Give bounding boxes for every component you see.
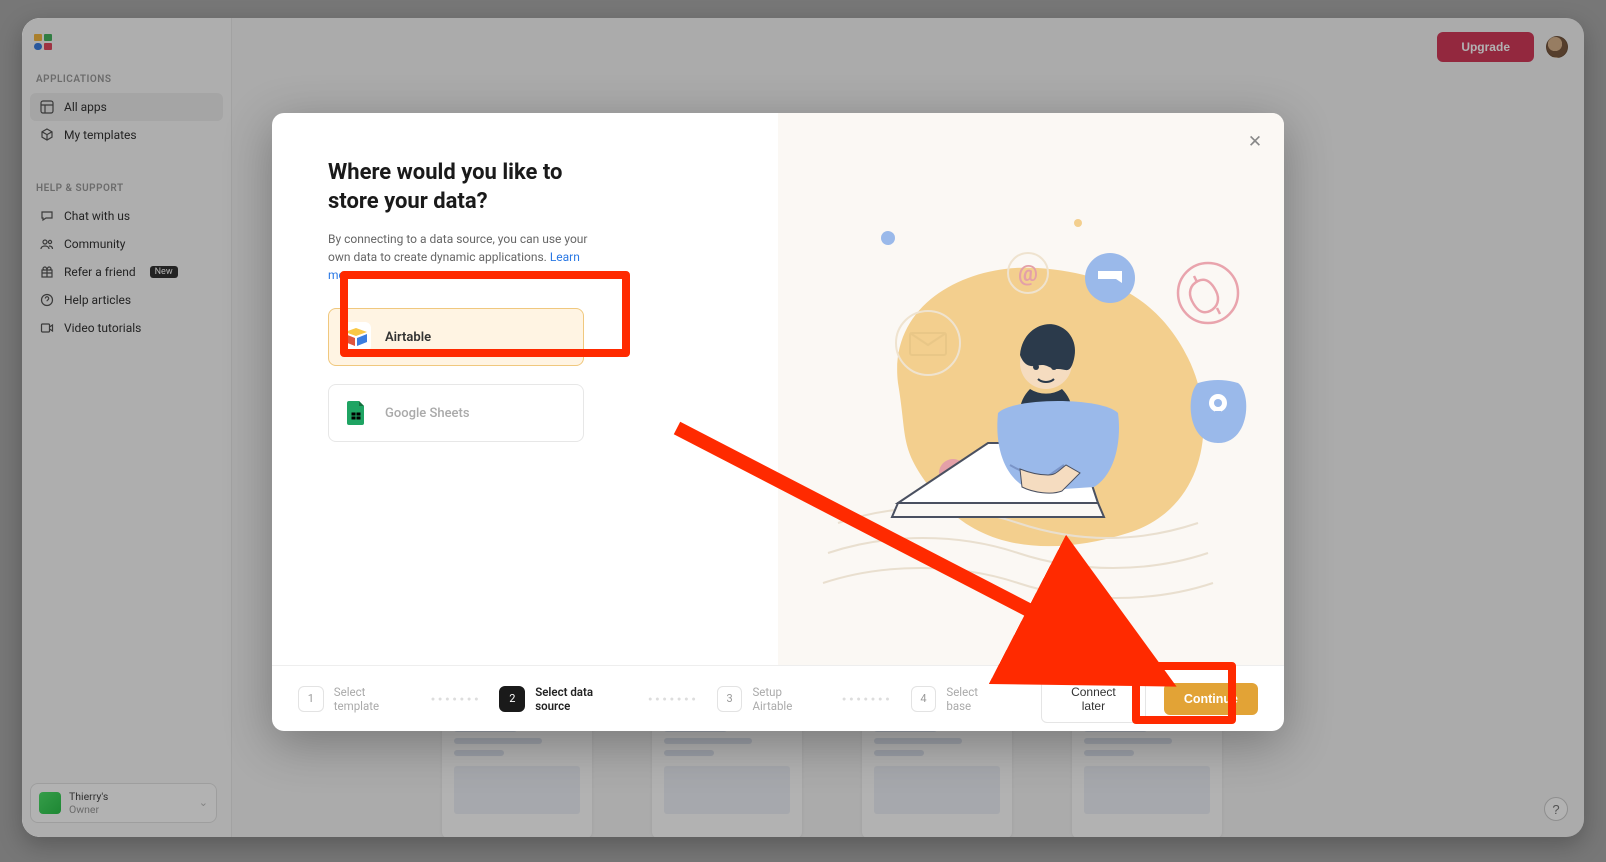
illustration: @ bbox=[778, 113, 1284, 665]
step-number: 4 bbox=[911, 686, 937, 712]
workspace-text: Thierry's Owner bbox=[69, 790, 108, 816]
step-1: 1 Select template bbox=[298, 685, 413, 713]
modal-footer: 1 Select template ●●●●●●● 2 Select data … bbox=[272, 665, 1284, 731]
sidebar-item-help-articles[interactable]: Help articles bbox=[30, 286, 223, 314]
step-4: 4 Select base bbox=[911, 685, 1005, 713]
svg-text:@: @ bbox=[1018, 262, 1038, 287]
avatar[interactable] bbox=[1546, 36, 1568, 58]
chevron-updown-icon: ⌄ bbox=[199, 796, 208, 809]
source-option-airtable[interactable]: Airtable bbox=[328, 308, 584, 366]
step-2: 2 Select data source bbox=[499, 685, 630, 713]
upgrade-button[interactable]: Upgrade bbox=[1437, 32, 1534, 62]
help-icon bbox=[40, 293, 54, 307]
modal-title: Where would you like to store your data? bbox=[328, 159, 608, 216]
source-label: Airtable bbox=[385, 330, 431, 345]
sidebar: APPLICATIONS All apps My templates HELP … bbox=[22, 18, 232, 837]
sidebar-label: My templates bbox=[64, 128, 137, 142]
help-fab[interactable]: ? bbox=[1544, 797, 1568, 821]
sidebar-item-all-apps[interactable]: All apps bbox=[30, 93, 223, 121]
source-option-google-sheets[interactable]: Google Sheets bbox=[328, 384, 584, 442]
connect-later-button[interactable]: Connect later bbox=[1041, 675, 1146, 723]
step-label: Select data source bbox=[535, 685, 630, 713]
new-badge: New bbox=[150, 266, 178, 278]
gift-icon bbox=[40, 265, 54, 279]
step-label: Setup Airtable bbox=[752, 685, 824, 713]
sidebar-label: Video tutorials bbox=[64, 321, 141, 335]
workspace-switcher[interactable]: Thierry's Owner ⌄ bbox=[30, 783, 217, 823]
workspace-color-icon bbox=[39, 792, 61, 814]
step-number: 1 bbox=[298, 686, 324, 712]
cube-icon bbox=[40, 128, 54, 142]
continue-button[interactable]: Continue bbox=[1164, 683, 1258, 715]
sidebar-label: Help articles bbox=[64, 293, 131, 307]
sidebar-item-video-tutorials[interactable]: Video tutorials bbox=[30, 314, 223, 342]
sidebar-label: Community bbox=[64, 237, 125, 251]
modal-subtitle: By connecting to a data source, you can … bbox=[328, 230, 588, 284]
data-source-modal: Where would you like to store your data?… bbox=[272, 113, 1284, 731]
sidebar-item-my-templates[interactable]: My templates bbox=[30, 121, 223, 149]
section-applications: APPLICATIONS bbox=[36, 74, 217, 85]
workspace-name: Thierry's bbox=[69, 790, 108, 803]
step-3: 3 Setup Airtable bbox=[717, 685, 824, 713]
grid-icon bbox=[40, 100, 54, 114]
step-number: 3 bbox=[717, 686, 743, 712]
video-icon bbox=[40, 321, 54, 335]
sidebar-item-community[interactable]: Community bbox=[30, 230, 223, 258]
step-number: 2 bbox=[499, 686, 525, 712]
people-icon bbox=[40, 237, 54, 251]
chat-icon bbox=[40, 209, 54, 223]
airtable-icon bbox=[341, 322, 371, 352]
sidebar-label: Refer a friend bbox=[64, 265, 136, 279]
sidebar-label: All apps bbox=[64, 100, 107, 114]
topbar: Upgrade bbox=[232, 18, 1584, 76]
sidebar-item-refer[interactable]: Refer a friend New bbox=[30, 258, 223, 286]
workspace-role: Owner bbox=[69, 803, 108, 816]
google-sheets-icon bbox=[341, 398, 371, 428]
source-label: Google Sheets bbox=[385, 406, 470, 421]
sidebar-label: Chat with us bbox=[64, 209, 130, 223]
step-label: Select template bbox=[334, 685, 413, 713]
app-logo bbox=[34, 34, 223, 54]
sidebar-item-chat[interactable]: Chat with us bbox=[30, 202, 223, 230]
section-help: HELP & SUPPORT bbox=[36, 183, 217, 194]
step-label: Select base bbox=[946, 685, 1005, 713]
modal-subtitle-text: By connecting to a data source, you can … bbox=[328, 232, 588, 264]
